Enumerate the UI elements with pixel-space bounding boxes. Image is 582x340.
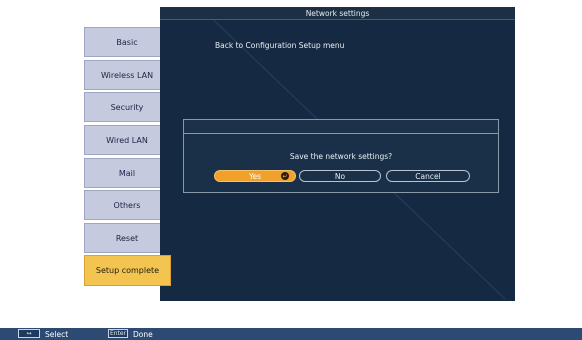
arrow-keys-icon: ↔ (18, 329, 40, 338)
tab-label: Wired LAN (106, 135, 148, 145)
yes-label: Yes (248, 171, 262, 181)
tab-setup-complete[interactable]: Setup complete (84, 255, 171, 286)
tab-mail[interactable]: Mail (84, 158, 175, 188)
no-label: No (334, 171, 346, 181)
enter-icon: ↵ (281, 172, 289, 180)
tab-label: Mail (118, 168, 136, 178)
tab-label: Others (113, 200, 141, 210)
tab-wired-lan[interactable]: Wired LAN (84, 125, 175, 155)
tab-reset[interactable]: Reset (84, 223, 175, 253)
cancel-button[interactable]: Cancel (386, 170, 470, 182)
dialog-message: Save the network settings? (289, 152, 393, 161)
tab-wireless-lan[interactable]: Wireless LAN (84, 60, 175, 90)
cancel-label: Cancel (415, 171, 441, 181)
tab-label: Setup complete (95, 266, 160, 275)
tab-security[interactable]: Security (84, 92, 175, 122)
enter-key-icon: Enter (108, 329, 128, 338)
tab-label: Basic (116, 37, 138, 47)
done-hint: Done (133, 329, 153, 339)
tab-others[interactable]: Others (84, 190, 175, 220)
no-button[interactable]: No (299, 170, 381, 182)
yes-button[interactable]: Yes ↵ (214, 170, 296, 182)
dialog-title-bar (184, 120, 498, 134)
window-title: Network settings (160, 7, 515, 20)
select-hint: Select (45, 329, 69, 339)
tab-label: Security (110, 102, 144, 112)
save-dialog: Save the network settings? Yes ↵ No Canc… (183, 119, 499, 193)
tab-basic[interactable]: Basic (84, 27, 175, 57)
tab-label: Wireless LAN (100, 70, 154, 80)
tab-label: Reset (115, 233, 139, 243)
back-to-configuration-link[interactable]: Back to Configuration Setup menu (215, 41, 344, 50)
help-bar: ↔ Select Enter Done (0, 328, 582, 340)
